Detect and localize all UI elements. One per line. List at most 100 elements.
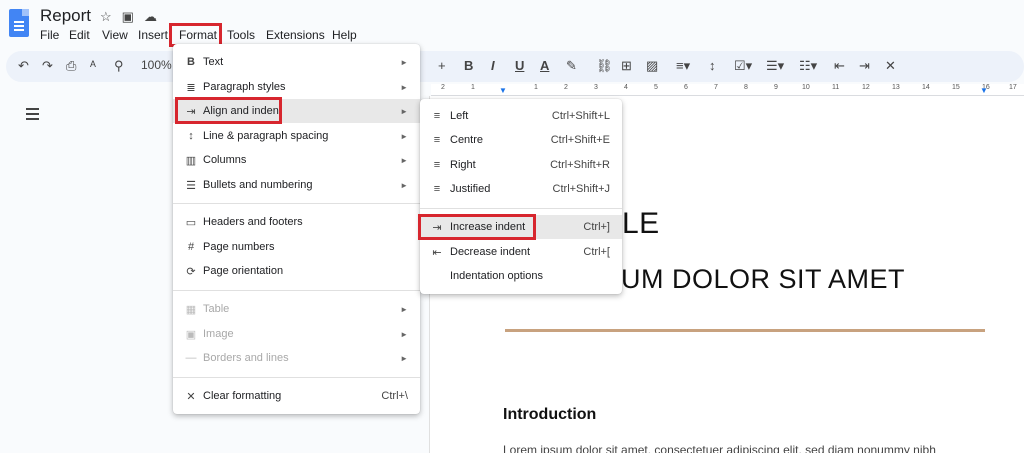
- align-centre-item[interactable]: ≡ Centre Ctrl+Shift+E: [420, 128, 622, 152]
- star-icon[interactable]: ☆: [100, 9, 112, 25]
- redo-icon[interactable]: ↷: [42, 58, 53, 74]
- ruler-number: 1: [471, 84, 475, 91]
- menu-tools[interactable]: Tools: [227, 28, 255, 42]
- menu-insert[interactable]: Insert: [138, 28, 168, 42]
- move-folder-icon[interactable]: ▣: [122, 9, 134, 25]
- body-paragraph: Lorem ipsum dolor sit amet, consectetuer…: [503, 443, 936, 453]
- menu-view[interactable]: View: [102, 28, 128, 42]
- format-menu-item-page-numbers[interactable]: # Page numbers: [173, 235, 420, 259]
- submenu-arrow-icon: ►: [400, 180, 408, 190]
- paint-format-icon[interactable]: ⚲: [114, 58, 124, 74]
- shortcut-label: Ctrl+\: [381, 390, 408, 402]
- left-indent-marker-icon[interactable]: ▼: [499, 86, 507, 95]
- align-centre-icon: ≡: [433, 134, 441, 146]
- format-menu-item-headers-footers[interactable]: ▭ Headers and footers: [173, 210, 420, 234]
- document-subtitle: UM DOLOR SIT AMET: [621, 264, 906, 294]
- docs-logo-icon[interactable]: [9, 9, 29, 37]
- ruler-number: 4: [624, 84, 628, 91]
- menu-file[interactable]: File: [40, 28, 59, 42]
- shortcut-label: Ctrl+Shift+E: [550, 134, 610, 146]
- format-menu-item-columns[interactable]: ▥ Columns ►: [173, 148, 420, 172]
- submenu-arrow-icon: ►: [400, 82, 408, 92]
- submenu-arrow-icon: ►: [400, 106, 408, 116]
- clear-formatting-icon: ✕: [186, 390, 196, 403]
- title-actions: ☆ ▣ ☁: [100, 9, 157, 25]
- cloud-status-icon[interactable]: ☁: [144, 9, 157, 25]
- align-left-icon: ≡: [433, 110, 441, 122]
- ruler[interactable]: 2 1 1 2 3 4 5 6 7 8 9 10 11 12 13 14 15 …: [431, 84, 1024, 96]
- increase-indent-icon[interactable]: ⇥: [859, 58, 870, 74]
- shortcut-label: Ctrl+Shift+J: [552, 183, 610, 195]
- menu-item-label: Line & paragraph spacing: [203, 130, 329, 142]
- introduction-heading: Introduction: [503, 406, 597, 423]
- format-menu-item-page-orientation[interactable]: ⟳ Page orientation: [173, 259, 420, 283]
- ruler-number: 13: [892, 84, 900, 91]
- headers-footers-icon: ▭: [185, 216, 197, 229]
- format-menu-item-bullets-numbering[interactable]: ☰ Bullets and numbering ►: [173, 173, 420, 197]
- underline-button[interactable]: U: [515, 58, 524, 73]
- horizontal-rule: [505, 329, 985, 332]
- document-title[interactable]: Report: [40, 6, 91, 26]
- menu-separator: [173, 377, 420, 378]
- menu-item-label: Decrease indent: [450, 246, 531, 258]
- menu-item-label: Centre: [450, 134, 484, 146]
- ruler-number: 9: [774, 84, 778, 91]
- format-menu-item-line-spacing[interactable]: ↕ Line & paragraph spacing ►: [173, 124, 420, 148]
- menu-item-label: Page numbers: [203, 241, 275, 253]
- menu-help[interactable]: Help: [332, 28, 357, 42]
- align-right-item[interactable]: ≡ Right Ctrl+Shift+R: [420, 153, 622, 177]
- indentation-options-item[interactable]: Indentation options: [420, 264, 622, 288]
- highlight-color-icon[interactable]: ✎: [566, 58, 577, 74]
- document-outline-icon[interactable]: [26, 108, 40, 123]
- zoom-select[interactable]: 100%: [141, 58, 172, 72]
- decrease-indent-item[interactable]: ⇤ Decrease indent Ctrl+[: [420, 240, 622, 264]
- menu-extensions[interactable]: Extensions: [266, 28, 325, 42]
- image-icon[interactable]: ▨: [646, 58, 658, 74]
- bold-button[interactable]: B: [464, 58, 473, 73]
- menu-item-label: Clear formatting: [203, 390, 282, 402]
- format-menu-item-text[interactable]: B Text ►: [173, 50, 420, 74]
- format-menu-item-paragraph-styles[interactable]: ≣ Paragraph styles ►: [173, 75, 420, 99]
- format-menu-item-table: ▦ Table ►: [173, 297, 420, 321]
- link-icon[interactable]: ⛓: [596, 58, 613, 74]
- shortcut-label: Ctrl+Shift+R: [550, 159, 610, 171]
- line-spacing-icon: ↕: [188, 130, 194, 142]
- submenu-arrow-icon: ►: [400, 131, 408, 141]
- hash-icon: #: [187, 241, 195, 253]
- right-indent-marker-icon[interactable]: ▼: [980, 86, 988, 95]
- italic-button[interactable]: I: [491, 58, 495, 73]
- menu-item-label: Table: [203, 303, 230, 315]
- align-icon[interactable]: ≡▾: [676, 58, 690, 74]
- line-spacing-icon[interactable]: ↕: [709, 58, 716, 73]
- numbered-list-icon[interactable]: ☷▾: [799, 58, 817, 74]
- borders-icon: —: [185, 352, 197, 364]
- format-menu-item-clear-formatting[interactable]: ✕ Clear formatting Ctrl+\: [173, 384, 420, 408]
- menu-item-label: Indentation options: [450, 270, 543, 282]
- increase-font-size-icon[interactable]: +: [438, 58, 446, 73]
- bulleted-list-icon[interactable]: ☰▾: [766, 58, 784, 74]
- align-left-item[interactable]: ≡ Left Ctrl+Shift+L: [420, 104, 622, 128]
- ruler-number: 2: [564, 84, 568, 91]
- menu-separator: [173, 290, 420, 291]
- spellcheck-icon[interactable]: ᴬ: [90, 58, 96, 73]
- ruler-number: 11: [832, 84, 840, 91]
- text-color-button[interactable]: A: [540, 58, 549, 73]
- menu-edit[interactable]: Edit: [69, 28, 90, 42]
- menu-item-label: Justified: [450, 183, 491, 195]
- shortcut-label: Ctrl+]: [583, 221, 610, 233]
- document-heading-title: LE: [622, 207, 660, 240]
- decrease-indent-icon: ⇤: [432, 246, 442, 259]
- menu-item-label: Page orientation: [203, 265, 284, 277]
- submenu-arrow-icon: ►: [400, 304, 408, 314]
- decrease-indent-icon[interactable]: ⇤: [834, 58, 845, 74]
- print-icon[interactable]: ⎙: [66, 58, 76, 74]
- checklist-icon[interactable]: ☑▾: [734, 58, 752, 74]
- comment-icon[interactable]: ⊞: [621, 58, 632, 74]
- page-orientation-icon: ⟳: [186, 265, 196, 278]
- table-icon: ▦: [185, 303, 197, 316]
- menu-item-label: Bullets and numbering: [203, 179, 313, 191]
- ruler-number: 6: [684, 84, 688, 91]
- align-justified-item[interactable]: ≡ Justified Ctrl+Shift+J: [420, 177, 622, 201]
- clear-formatting-icon[interactable]: ✕: [885, 58, 896, 74]
- undo-icon[interactable]: ↶: [18, 58, 29, 74]
